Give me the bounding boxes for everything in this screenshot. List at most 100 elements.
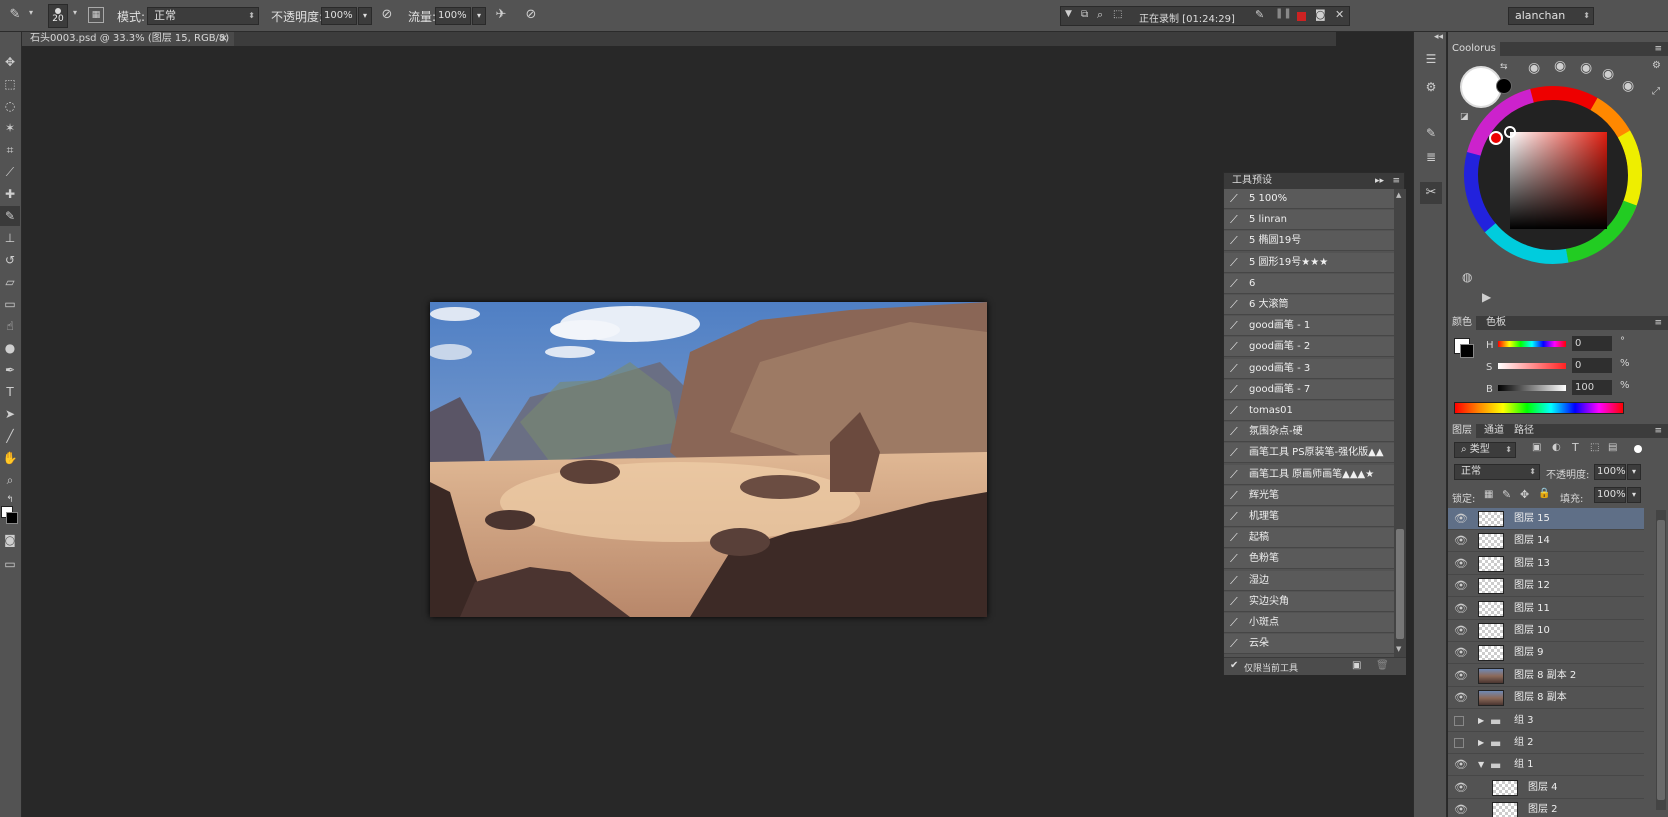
layer-row[interactable]: 👁 ▼ ▬ 组 1: [1448, 754, 1644, 777]
swatches-tab[interactable]: 色板: [1482, 316, 1510, 330]
filter-toggle-icon[interactable]: [1634, 445, 1642, 453]
filter-pixel-icon[interactable]: ▣: [1532, 442, 1541, 453]
eye-icon[interactable]: 👁: [1454, 754, 1468, 776]
brush-tool-icon[interactable]: ✎: [0, 206, 20, 226]
tool-presets-list[interactable]: ⟋ 5 100% ⟋ 5 linran ⟋ 5 椭圆19号 ⟋ 5 圆形19号★★★ ⟋ 6 ⟋ 6 …: [1224, 189, 1406, 657]
history-brush-icon[interactable]: ↺: [0, 250, 20, 270]
flow-dropdown-icon[interactable]: ▾: [472, 7, 486, 25]
chevron-right-icon[interactable]: ▶: [1478, 732, 1484, 754]
hue-input[interactable]: 0: [1572, 336, 1612, 351]
filter-shape-icon[interactable]: ⬚: [1590, 442, 1599, 453]
layer-row[interactable]: 👁 图层 9: [1448, 642, 1644, 665]
hue-slider[interactable]: [1498, 341, 1566, 347]
lock-pixels-icon[interactable]: ✎: [1502, 488, 1511, 501]
tool-preset-item[interactable]: ⟋ 6: [1224, 273, 1394, 294]
fill-dropdown-icon[interactable]: ▾: [1627, 487, 1641, 503]
filter-adjustment-icon[interactable]: ◐: [1552, 442, 1561, 453]
panel-menu-icon[interactable]: ≡: [1650, 316, 1666, 330]
layer-row[interactable]: 👁 图层 10: [1448, 620, 1644, 642]
lock-position-icon[interactable]: ✥: [1520, 488, 1529, 501]
layer-row[interactable]: ▶ ▬ 组 2: [1448, 732, 1644, 754]
stop-record-icon[interactable]: [1297, 12, 1306, 21]
brush-panel-toggle-icon[interactable]: ▦: [88, 7, 104, 23]
eye-icon[interactable]: 👁: [1454, 530, 1468, 552]
harmony-preset-icon[interactable]: ◉: [1602, 66, 1614, 82]
healing-brush-icon[interactable]: ✚: [0, 184, 20, 204]
lock-all-icon[interactable]: 🔒: [1538, 488, 1550, 499]
tool-preset-item[interactable]: ⟋ 湿边: [1224, 570, 1394, 591]
trash-icon[interactable]: 🗑: [1376, 660, 1389, 671]
brush-settings-icon[interactable]: ≣: [1422, 150, 1440, 164]
actions-panel-icon[interactable]: ⚙: [1422, 80, 1440, 94]
layer-row[interactable]: 👁 图层 8 副本: [1448, 687, 1644, 710]
mode-select[interactable]: 正常 ⬍: [147, 7, 259, 25]
flow-input[interactable]: 100%: [435, 7, 471, 25]
coolorus-tab[interactable]: Coolorus: [1448, 42, 1500, 56]
eye-icon[interactable]: 👁: [1454, 598, 1468, 620]
eye-icon[interactable]: 👁: [1454, 508, 1468, 530]
resize-icon[interactable]: ⤢: [1652, 86, 1660, 97]
panel-menu-icon[interactable]: ≡: [1650, 424, 1666, 438]
filter-type-icon[interactable]: T: [1572, 441, 1579, 454]
tool-preset-item[interactable]: ⟋ 6 大滚筒: [1224, 295, 1394, 315]
workspace-select[interactable]: alanchan ⬍: [1508, 7, 1594, 25]
layer-row[interactable]: 👁 图层 11: [1448, 598, 1644, 620]
eraser-tool-icon[interactable]: ▱: [0, 272, 20, 292]
document-tab[interactable]: 石头0003.psd @ 33.3% (图层 15, RGB/8) * ×: [22, 32, 234, 58]
smudge-tool-icon[interactable]: ☝: [0, 316, 20, 336]
region-icon[interactable]: ⬚: [1113, 9, 1122, 20]
opacity-dropdown-icon[interactable]: ▾: [1627, 464, 1641, 480]
tool-preset-item[interactable]: ⟋ 5 圆形19号★★★: [1224, 252, 1394, 273]
hand-tool-icon[interactable]: ✋: [0, 448, 20, 468]
tool-preset-item[interactable]: ⟋ 5 linran: [1224, 210, 1394, 231]
eyedropper-tool-icon[interactable]: ⟋: [0, 162, 20, 182]
layer-row[interactable]: 👁 图层 4: [1448, 777, 1644, 799]
eye-icon[interactable]: 👁: [1454, 777, 1468, 799]
tool-preset-item[interactable]: ⟋ good画笔 - 2: [1224, 337, 1394, 358]
color-wheel[interactable]: [1462, 84, 1644, 266]
swap-colors-icon[interactable]: ⇆: [1500, 62, 1508, 72]
opacity-input[interactable]: 100%: [321, 7, 357, 25]
tool-preset-item[interactable]: ⟋ 云朵: [1224, 634, 1394, 655]
hidden-visibility-box[interactable]: [1454, 715, 1464, 726]
saturation-slider[interactable]: [1498, 363, 1566, 369]
tool-preset-item[interactable]: ⟋ 机理笔: [1224, 507, 1394, 527]
window-icon[interactable]: ⧉: [1081, 9, 1088, 20]
line-tool-icon[interactable]: ╱: [0, 426, 20, 446]
panel-menu-icon[interactable]: ≡: [1392, 173, 1400, 189]
filter-smart-object-icon[interactable]: ▤: [1608, 442, 1617, 453]
marquee-tool-icon[interactable]: ⬚: [0, 74, 20, 94]
layer-row[interactable]: 👁 图层 14: [1448, 530, 1644, 553]
background-color-swatch[interactable]: [6, 512, 18, 524]
play-icon[interactable]: ▶: [1482, 290, 1491, 304]
scroll-down-icon[interactable]: ▼: [1396, 645, 1401, 653]
brightness-slider[interactable]: [1498, 385, 1566, 391]
tool-preset-item[interactable]: ⟋ 5 100%: [1224, 189, 1394, 209]
pen-tool-icon[interactable]: ✒: [0, 360, 20, 380]
layer-row[interactable]: 👁 图层 2: [1448, 799, 1644, 817]
screen-mode-icon[interactable]: ▭: [0, 554, 20, 574]
eye-icon[interactable]: 👁: [1454, 799, 1468, 817]
harmony-preset-icon[interactable]: ◉: [1554, 58, 1566, 74]
layer-row[interactable]: 👁 图层 15: [1448, 508, 1644, 530]
opacity-dropdown-icon[interactable]: ▾: [358, 7, 372, 25]
lasso-tool-icon[interactable]: ◌: [0, 96, 20, 116]
eye-icon[interactable]: 👁: [1454, 553, 1468, 575]
tool-preset-item[interactable]: ⟋ 色粉笔: [1224, 549, 1394, 570]
paths-tab[interactable]: 路径: [1510, 424, 1538, 438]
tool-presets-panel-icon[interactable]: ✂: [1420, 182, 1442, 204]
panel-menu-icon[interactable]: ≡: [1650, 42, 1666, 56]
eye-icon[interactable]: 👁: [1454, 665, 1468, 687]
current-tool-only-checkbox[interactable]: ✔: [1230, 660, 1238, 671]
tool-preset-item[interactable]: ⟋ 小斑点: [1224, 613, 1394, 633]
layer-row[interactable]: 👁 图层 12: [1448, 575, 1644, 598]
tool-preset-item[interactable]: ⟋ tomas01: [1224, 401, 1394, 421]
tool-preset-item[interactable]: ⟋ 起稿: [1224, 528, 1394, 549]
pressure-opacity-icon[interactable]: ⊘: [378, 7, 396, 22]
layer-filter-select[interactable]: ⌕ 类型 ⬍: [1454, 442, 1516, 458]
gear-icon[interactable]: ⚙: [1652, 60, 1661, 71]
scroll-up-icon[interactable]: ▲: [1396, 191, 1401, 199]
stamp-tool-icon[interactable]: ⊥: [0, 228, 20, 248]
chevron-right-icon[interactable]: ▶: [1478, 710, 1484, 732]
tool-preset-item[interactable]: ⟋ good画笔 - 7: [1224, 379, 1394, 400]
